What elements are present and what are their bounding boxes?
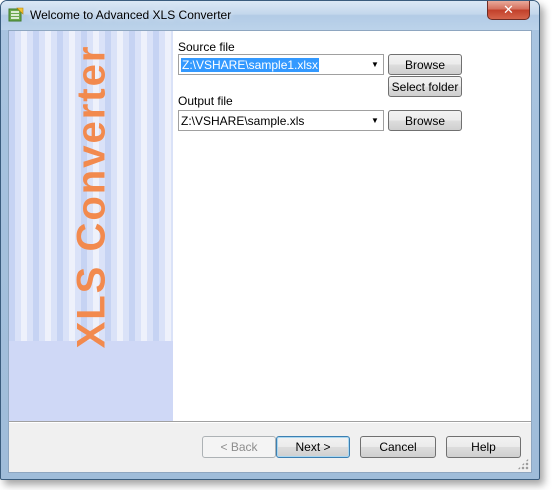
app-icon bbox=[8, 7, 24, 22]
footer-divider bbox=[173, 421, 531, 423]
side-banner: XLS Converter bbox=[9, 31, 173, 421]
side-banner-footer bbox=[9, 341, 173, 421]
window-title: Welcome to Advanced XLS Converter bbox=[30, 8, 232, 22]
output-file-label: Output file bbox=[178, 94, 233, 108]
close-button[interactable]: ✕ bbox=[487, 1, 530, 20]
cancel-button[interactable]: Cancel bbox=[360, 436, 436, 458]
wizard-client-area: XLS Converter Source file Z:\VSHARE\samp… bbox=[8, 30, 532, 473]
side-banner-title: XLS Converter bbox=[69, 44, 114, 348]
source-file-label: Source file bbox=[178, 40, 235, 54]
dropdown-arrow-icon[interactable]: ▼ bbox=[367, 111, 383, 130]
app-window: Welcome to Advanced XLS Converter ✕ XLS … bbox=[0, 0, 540, 480]
resize-grip-icon[interactable] bbox=[517, 458, 529, 470]
source-file-value: Z:\VSHARE\sample1.xlsx bbox=[181, 57, 320, 72]
output-file-combo[interactable]: Z:\VSHARE\sample.xls ▼ bbox=[178, 110, 384, 131]
source-browse-button[interactable]: Browse bbox=[388, 54, 462, 75]
next-button[interactable]: Next > bbox=[276, 436, 350, 458]
output-file-value: Z:\VSHARE\sample.xls bbox=[181, 113, 305, 128]
help-button[interactable]: Help bbox=[446, 436, 521, 458]
title-bar[interactable]: Welcome to Advanced XLS Converter ✕ bbox=[1, 1, 539, 30]
dropdown-arrow-icon[interactable]: ▼ bbox=[367, 55, 383, 74]
select-folder-button[interactable]: Select folder bbox=[388, 76, 462, 97]
footer-divider-left bbox=[9, 421, 173, 423]
back-button[interactable]: < Back bbox=[202, 436, 276, 458]
close-icon: ✕ bbox=[503, 2, 514, 18]
output-browse-button[interactable]: Browse bbox=[388, 110, 462, 131]
wizard-content: Source file Z:\VSHARE\sample1.xlsx ▼ Bro… bbox=[173, 31, 531, 421]
source-file-combo[interactable]: Z:\VSHARE\sample1.xlsx ▼ bbox=[178, 54, 384, 75]
